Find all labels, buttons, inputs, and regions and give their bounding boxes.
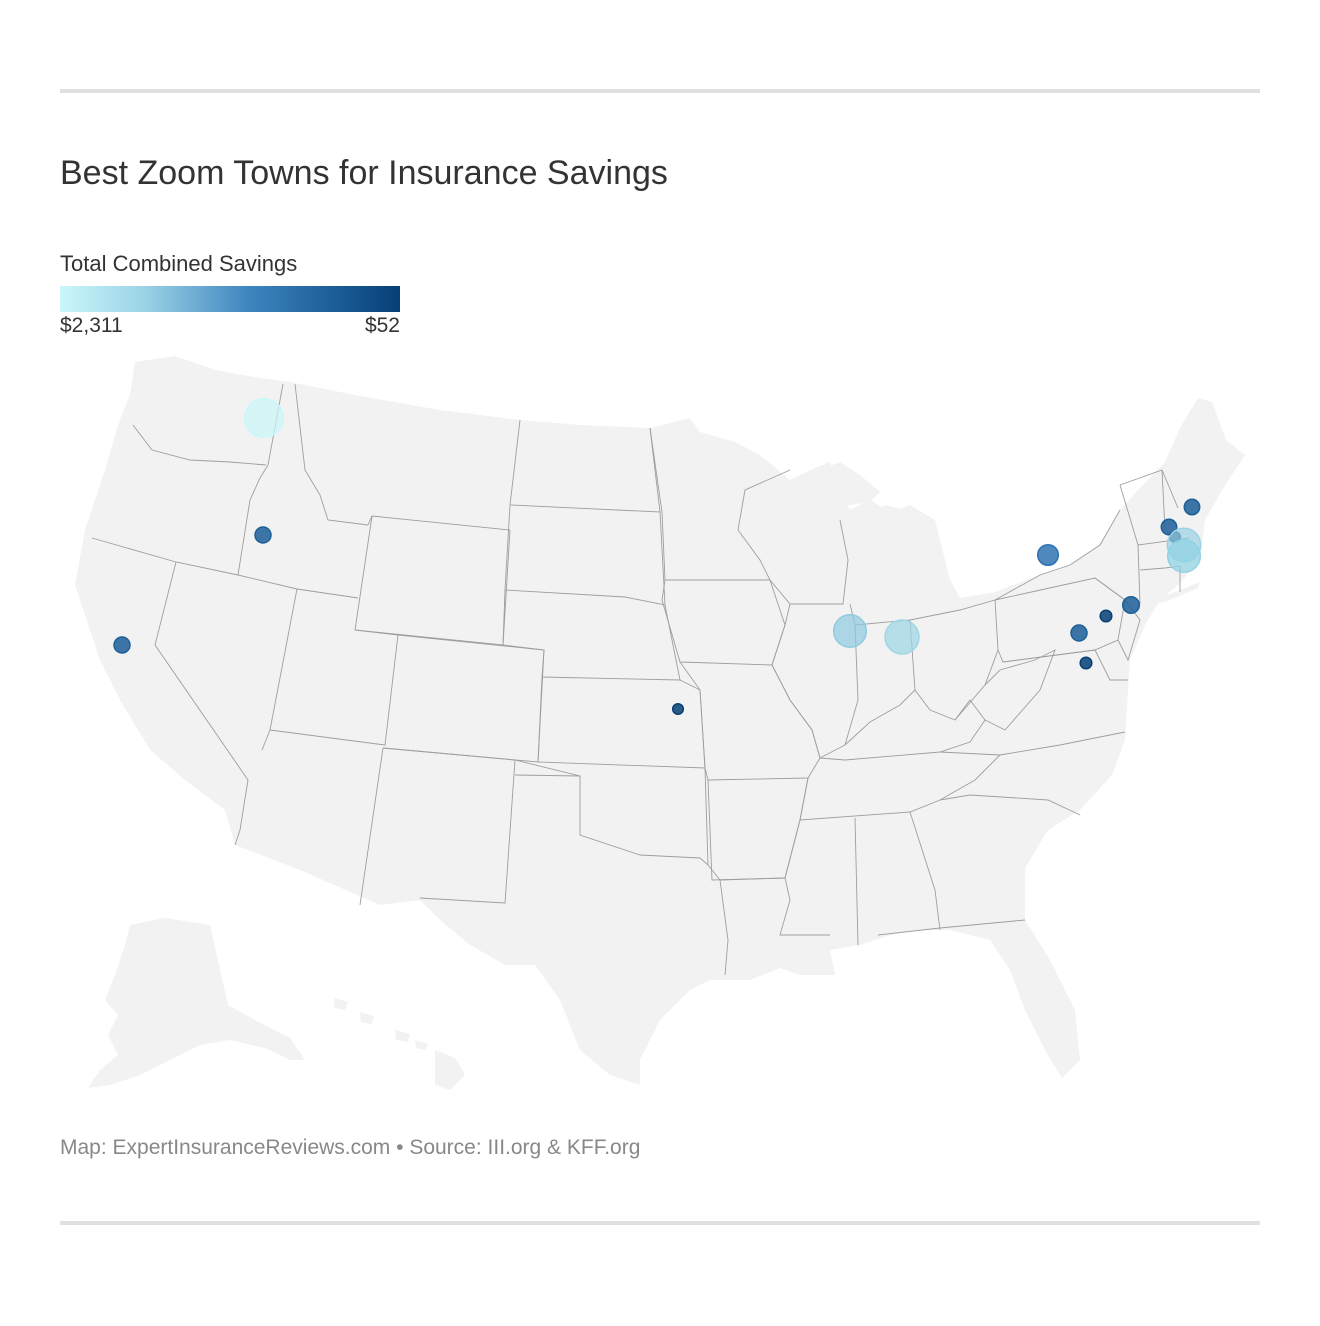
city-marker-in-indianapolis[interactable] [884, 619, 920, 655]
city-marker-wa-spokane[interactable] [243, 397, 285, 439]
michigan-upper [790, 462, 880, 505]
city-marker-ca-tahoe[interactable] [113, 636, 131, 654]
page-title: Best Zoom Towns for Insurance Savings [60, 154, 668, 192]
city-marker-ny-rochester[interactable] [1036, 543, 1060, 567]
city-marker-pa-harrisburg[interactable] [1070, 624, 1088, 642]
city-marker-pa-philadelphia[interactable] [1099, 609, 1113, 623]
hawaii-islands [334, 998, 428, 1050]
top-divider [60, 89, 1260, 93]
hawaii-shape [435, 1050, 465, 1090]
us-map [75, 356, 1245, 1090]
bottom-divider [60, 1221, 1260, 1225]
city-marker-ks-wichita[interactable] [671, 702, 685, 716]
legend-min-label: $2,311 [60, 314, 123, 337]
color-legend: Total Combined Savings $2,311 $52 [60, 250, 400, 342]
map-land [75, 356, 1245, 1090]
source-credit: Map: ExpertInsuranceReviews.com • Source… [60, 1136, 641, 1159]
city-marker-nj-newark[interactable] [1121, 595, 1141, 615]
legend-title: Total Combined Savings [60, 251, 298, 276]
alaska-shape [88, 918, 305, 1088]
legend-gradient-bar [60, 286, 400, 312]
city-marker-ri-providence[interactable] [1166, 538, 1202, 574]
legend-max-label: $52 [364, 314, 400, 337]
legend-labels: $2,311 $52 [60, 314, 400, 342]
city-marker-md-baltimore[interactable] [1079, 656, 1093, 670]
city-marker-nh-portsmouth[interactable] [1183, 498, 1201, 516]
city-marker-id-boise[interactable] [254, 526, 272, 544]
city-marker-il-chicago[interactable] [832, 613, 868, 649]
contiguous-us-shape [75, 356, 1245, 1085]
